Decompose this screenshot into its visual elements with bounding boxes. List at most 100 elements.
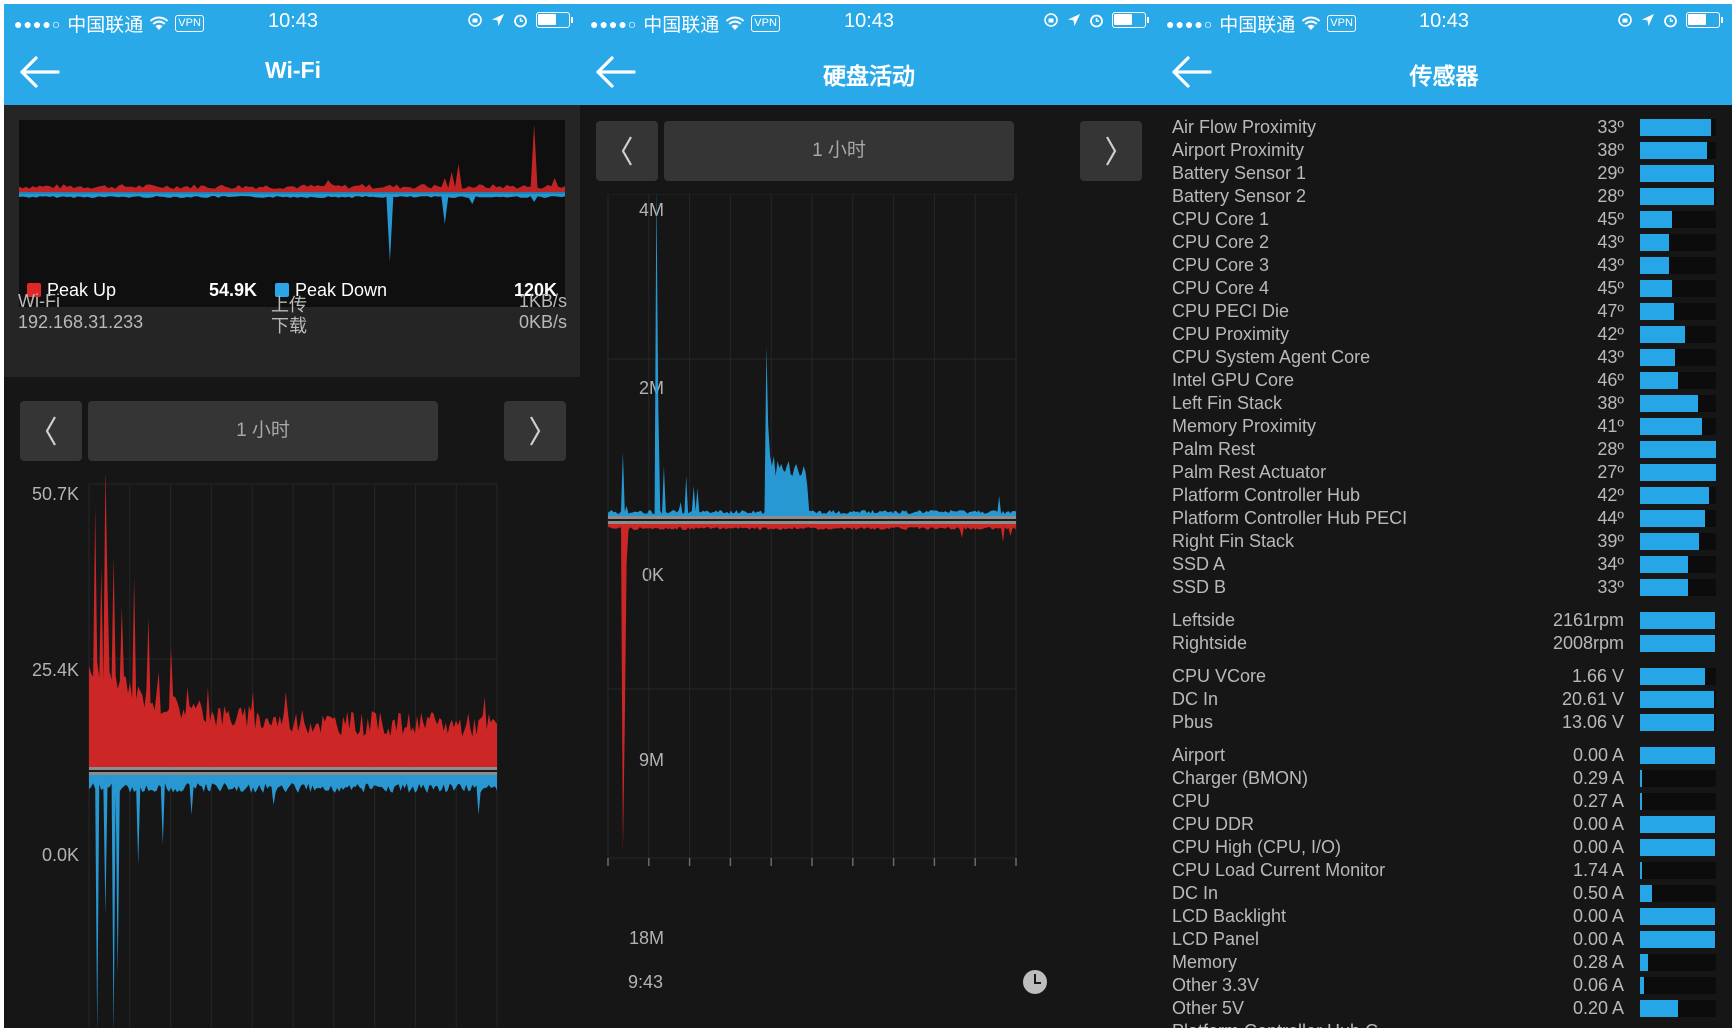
upload-traffic-area — [19, 124, 565, 192]
sensor-level-bar — [1640, 303, 1716, 320]
status-bar: ●●●●○ 中国联通 VPN 10:43 — [580, 4, 1158, 38]
sensor-value: 2008rpm — [1552, 633, 1624, 653]
sensor-name: CPU VCore — [1172, 666, 1267, 686]
sensor-name: Memory — [1172, 952, 1238, 972]
sensor-value: 45º — [1597, 278, 1624, 298]
orientation-lock-icon — [1618, 13, 1632, 27]
sensor-value: 20.61 V — [1561, 689, 1624, 709]
sensor-level-bar — [1640, 418, 1716, 435]
sensor-level-bar — [1640, 793, 1716, 810]
sensor-value: 0.27 A — [1572, 791, 1624, 811]
sensor-value: 38º — [1597, 140, 1624, 160]
sensor-value: 44º — [1597, 508, 1624, 528]
sensor-name: Pbus — [1172, 712, 1214, 732]
sensor-level-bar — [1640, 211, 1716, 228]
nav-bar: Wi-Fi — [4, 38, 582, 105]
sensor-name: Battery Sensor 1 — [1172, 163, 1307, 183]
sensor-row: CPU Core 4 45º — [1156, 278, 1732, 301]
sensor-level-fill — [1640, 464, 1716, 481]
period-label[interactable]: 1 小时 — [664, 121, 1014, 181]
clock-icon[interactable] — [1023, 970, 1047, 994]
sensor-level-fill — [1640, 977, 1644, 994]
sensor-level-fill — [1640, 119, 1711, 136]
upload-rate: 1KB/s — [518, 291, 567, 311]
wifi-panel: ●●●●○ 中国联通 VPN 10:43 Wi-Fi Peak Up 54.9K… — [4, 4, 582, 1028]
sensor-level-bar — [1640, 556, 1716, 573]
sensor-level-bar — [1640, 977, 1716, 994]
sensor-level-fill — [1640, 372, 1678, 389]
sensor-name: Memory Proximity — [1172, 416, 1317, 436]
sensor-value: 0.06 A — [1572, 975, 1624, 995]
sensor-level-fill — [1640, 303, 1675, 320]
sensor-value: 34º — [1597, 554, 1624, 574]
sensor-level-bar — [1640, 165, 1716, 182]
previous-period-button[interactable] — [596, 121, 658, 181]
sensor-value: 27º — [1597, 462, 1624, 482]
sensor-level-fill — [1640, 770, 1643, 787]
sensor-value: 42º — [1597, 324, 1624, 344]
sensor-list[interactable]: Air Flow Proximity 33º Airport Proximity 38… — [1156, 105, 1732, 1028]
sensor-level-fill — [1640, 326, 1685, 343]
y-axis-label-zero: 0K — [642, 565, 664, 585]
sensor-value: 0.29 A — [1572, 768, 1624, 788]
sensor-level-fill — [1640, 931, 1716, 948]
sensor-row: SSD A 34º — [1156, 554, 1732, 577]
next-period-button[interactable] — [504, 401, 566, 461]
sensor-level-fill — [1640, 612, 1716, 629]
sensor-level-bar — [1640, 816, 1716, 833]
sensor-value: 46º — [1597, 370, 1624, 390]
sensor-level-bar — [1640, 691, 1716, 708]
sensor-level-fill — [1640, 418, 1703, 435]
sensor-row: Memory 0.28 A — [1156, 952, 1732, 975]
orientation-lock-icon — [468, 13, 482, 27]
next-period-button[interactable] — [1080, 121, 1142, 181]
sensor-name: CPU PECI Die — [1172, 301, 1290, 321]
sensor-row: Other 5V 0.20 A — [1156, 998, 1732, 1021]
sensor-name: CPU Core 4 — [1172, 278, 1270, 298]
sensor-value: 1.74 A — [1572, 860, 1624, 880]
sensor-name: Palm Rest — [1172, 439, 1256, 459]
sensor-level-bar — [1640, 612, 1716, 629]
y-axis-label-zero: 0.0K — [42, 845, 79, 865]
page-title: 传感器 — [1409, 63, 1479, 89]
y-axis-label-write-mid: 9M — [639, 750, 664, 770]
sensor-row: CPU System Agent Core 43º — [1156, 347, 1732, 370]
sensor-name: Left Fin Stack — [1172, 393, 1283, 413]
battery-fill — [1114, 14, 1132, 25]
sensor-value: 0.00 A — [1572, 906, 1624, 926]
sensor-row: Palm Rest 28º — [1156, 439, 1732, 462]
y-axis-label-top: 50.7K — [32, 484, 79, 504]
sensor-row: DC In 0.50 A — [1156, 883, 1732, 906]
sensor-name: DC In — [1172, 883, 1219, 903]
sensor-name: Air Flow Proximity — [1172, 117, 1317, 137]
sensor-value: 0.00 A — [1572, 814, 1624, 834]
sensor-value: 43º — [1597, 232, 1624, 252]
page-title: 硬盘活动 — [823, 63, 915, 89]
sensor-level-bar — [1640, 1000, 1716, 1017]
sensor-row: CPU DDR 0.00 A — [1156, 814, 1732, 837]
interface-name: Wi-Fi — [18, 291, 60, 311]
sensor-level-bar — [1640, 885, 1716, 902]
sensor-row: CPU Proximity 42º — [1156, 324, 1732, 347]
y-axis-label-read-max: 4M — [639, 200, 664, 220]
period-label[interactable]: 1 小时 — [88, 401, 438, 461]
status-bar: ●●●●○ 中国联通 VPN 10:43 — [4, 4, 582, 38]
previous-period-button[interactable] — [20, 401, 82, 461]
sensor-row: Air Flow Proximity 33º — [1156, 117, 1732, 140]
sensor-level-bar — [1640, 188, 1716, 205]
sensor-row: Charger (BMON) 0.29 A — [1156, 768, 1732, 791]
sensor-level-fill — [1640, 954, 1648, 971]
sensor-level-fill — [1640, 234, 1669, 251]
sensor-level-bar — [1640, 747, 1716, 764]
sensor-level-bar — [1640, 714, 1716, 731]
sensor-value: 41º — [1597, 416, 1624, 436]
sensor-row: CPU Core 2 43º — [1156, 232, 1732, 255]
sensor-row: Platform Controller Hub 42º — [1156, 485, 1732, 508]
sensor-level-bar — [1640, 487, 1716, 504]
download-rate: 0KB/s — [518, 312, 567, 332]
sensor-name: Charger (BMON) — [1172, 768, 1309, 788]
sensor-value: 0.20 A — [1572, 998, 1624, 1018]
sensor-name: SSD A — [1172, 554, 1226, 574]
location-icon — [1068, 14, 1080, 26]
sensor-value: 33º — [1597, 577, 1624, 597]
